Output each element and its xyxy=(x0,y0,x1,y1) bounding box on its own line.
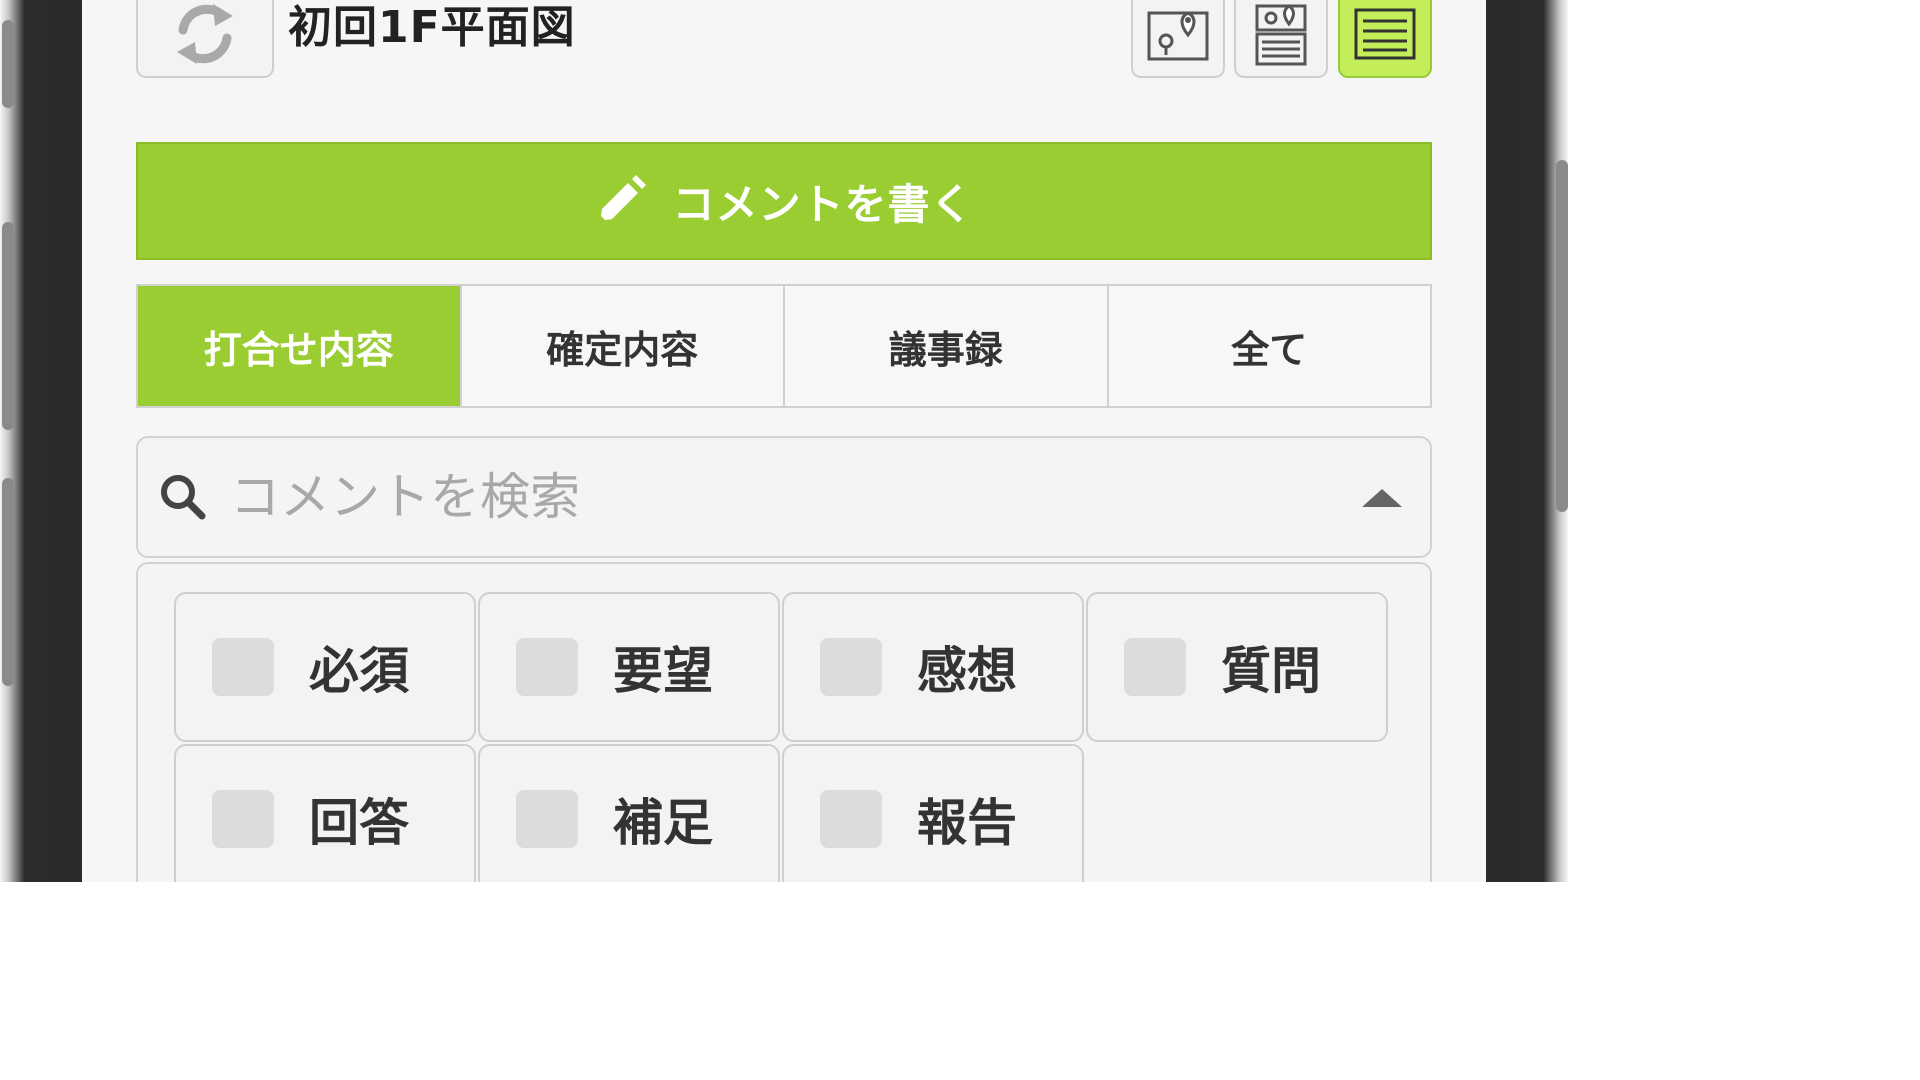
write-comment-button[interactable]: コメントを書く xyxy=(136,142,1432,260)
filter-required[interactable]: 必須 xyxy=(174,592,476,742)
list-view-button[interactable] xyxy=(1338,0,1432,78)
checkbox[interactable] xyxy=(820,638,882,696)
checkbox[interactable] xyxy=(212,638,274,696)
checkbox[interactable] xyxy=(516,638,578,696)
checkbox[interactable] xyxy=(1124,638,1186,696)
checkbox[interactable] xyxy=(212,790,274,848)
map-list-icon xyxy=(1255,4,1307,66)
map-view-button[interactable] xyxy=(1131,0,1225,78)
tab-meeting-content[interactable]: 打合せ内容 xyxy=(138,286,460,406)
pencil-icon xyxy=(598,175,647,223)
filter-panel: 必須 要望 感想 質問 回答 補足 報告 xyxy=(136,562,1432,882)
filter-impression[interactable]: 感想 xyxy=(782,592,1084,742)
tab-all[interactable]: 全て xyxy=(1106,286,1431,406)
filter-label: 感想 xyxy=(917,642,1017,700)
filter-report[interactable]: 報告 xyxy=(782,744,1084,882)
filter-label: 回答 xyxy=(309,794,409,852)
filter-label: 必須 xyxy=(309,642,409,700)
filter-supplement[interactable]: 補足 xyxy=(478,744,780,882)
tab-minutes[interactable]: 議事録 xyxy=(783,286,1107,406)
checkbox[interactable] xyxy=(820,790,882,848)
filter-label: 報告 xyxy=(917,794,1017,852)
page-title: 初回1F平面図 xyxy=(288,2,576,53)
sync-icon xyxy=(177,4,233,64)
search-icon xyxy=(161,475,206,520)
list-icon xyxy=(1354,8,1416,60)
map-list-view-button[interactable] xyxy=(1234,0,1328,78)
app-screen: 初回1F平面図 コメントを書く 打合せ内容 確定内容 議事録 全て コメントを検… xyxy=(82,0,1486,882)
sync-button[interactable] xyxy=(136,0,274,78)
comment-search-input[interactable] xyxy=(228,467,1312,527)
filter-label: 質問 xyxy=(1221,642,1321,700)
map-pin-icon xyxy=(1147,11,1209,61)
filter-answer[interactable]: 回答 xyxy=(174,744,476,882)
category-tabs: 打合せ内容 確定内容 議事録 全て xyxy=(136,284,1432,408)
filter-label: 補足 xyxy=(613,794,713,852)
checkbox[interactable] xyxy=(516,790,578,848)
device-volume-down-button xyxy=(2,478,14,686)
write-comment-label: コメントを書く xyxy=(672,179,974,229)
device-bezel-left xyxy=(0,0,82,882)
filter-label: 要望 xyxy=(613,642,713,700)
comment-search-box xyxy=(136,436,1432,558)
device-side-button xyxy=(2,20,14,108)
filter-request[interactable]: 要望 xyxy=(478,592,780,742)
device-power-button xyxy=(1556,160,1568,512)
filter-question[interactable]: 質問 xyxy=(1086,592,1388,742)
device-volume-up-button xyxy=(2,222,14,430)
tab-confirmed-content[interactable]: 確定内容 xyxy=(459,286,784,406)
collapse-arrow-icon[interactable] xyxy=(1360,485,1404,509)
